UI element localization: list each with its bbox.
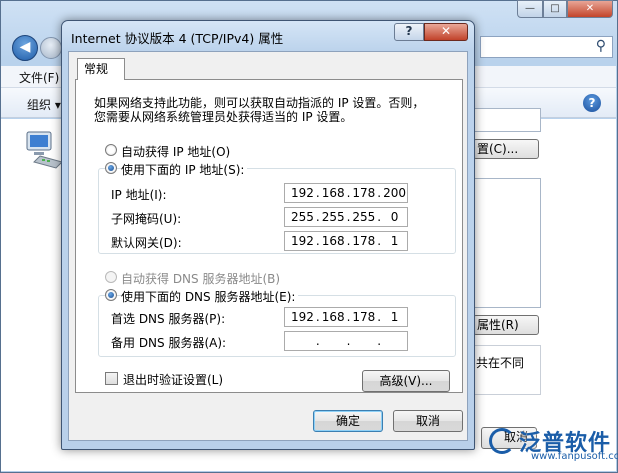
dns-auto-label[interactable]: 自动获得 DNS 服务器地址(B)	[121, 270, 280, 287]
dns-auto-radio[interactable]	[105, 271, 117, 283]
tcpipv4-properties-dialog: Internet 协议版本 4 (TCP/IPv4) 属性 ? ✕ 常规 如果网…	[61, 20, 475, 450]
connect-using-field	[473, 108, 541, 132]
arrow-left-icon: ◀	[19, 39, 31, 55]
dialog-body: 常规 如果网络支持此功能，则可以获取自动指派的 IP 设置。否则， 您需要从网络…	[68, 51, 468, 441]
search-icon: ⚲	[595, 38, 606, 54]
general-tab-page: 如果网络支持此功能，则可以获取自动指派的 IP 设置。否则， 您需要从网络系统管…	[75, 79, 463, 393]
search-box[interactable]: ⚲	[480, 36, 613, 58]
minimize-icon: —	[525, 3, 535, 14]
question-icon: ?	[405, 24, 413, 38]
preferred-dns-label: 首选 DNS 服务器(P):	[111, 312, 226, 326]
cancel-button[interactable]: 取消	[393, 410, 463, 432]
menu-file[interactable]: 文件(F)	[19, 69, 59, 86]
organize-button[interactable]: 组织 ▾	[27, 96, 61, 113]
ip-auto-label[interactable]: 自动获得 IP 地址(O)	[121, 143, 230, 160]
ip-manual-radio[interactable]	[105, 162, 117, 174]
ip-auto-radio[interactable]	[105, 144, 117, 156]
properties-button[interactable]: 属性(R)	[473, 315, 539, 335]
dialog-title: Internet 协议版本 4 (TCP/IPv4) 属性	[71, 31, 284, 46]
description-text: 共在不同	[476, 356, 525, 370]
dns-manual-radio[interactable]	[105, 289, 117, 301]
ip-manual-label[interactable]: 使用下面的 IP 地址(S):	[121, 161, 248, 178]
dialog-close-button[interactable]: ✕	[424, 23, 468, 41]
gateway-label: 默认网关(D):	[111, 236, 182, 250]
dns-manual-label[interactable]: 使用下面的 DNS 服务器地址(E):	[121, 288, 299, 305]
alternate-dns-input[interactable]: ...	[284, 331, 408, 351]
close-icon: ✕	[440, 24, 452, 38]
minimize-button[interactable]: —	[517, 0, 543, 18]
subnet-mask-label: 子网掩码(U):	[111, 212, 182, 226]
maximize-button[interactable]: □	[543, 0, 567, 18]
configure-button[interactable]: 置(C)...	[473, 139, 539, 159]
tab-general[interactable]: 常规	[77, 58, 125, 80]
close-icon: ✕	[585, 3, 595, 14]
dialog-help-button[interactable]: ?	[394, 23, 424, 41]
maximize-icon: □	[550, 3, 560, 14]
watermark-url: www.fanpusoft.com	[531, 451, 618, 462]
ip-address-input[interactable]: 192. 168. 178. 200	[284, 183, 408, 203]
watermark-logo-icon	[489, 428, 515, 454]
ip-address-label: IP 地址(I):	[111, 188, 167, 202]
subnet-mask-input[interactable]: 255. 255. 255. 0	[284, 207, 408, 227]
advanced-button[interactable]: 高级(V)...	[362, 370, 450, 392]
ok-button[interactable]: 确定	[313, 410, 383, 432]
back-button[interactable]: ◀	[12, 35, 38, 61]
help-icon[interactable]: ?	[583, 94, 601, 112]
intro-line-2: 您需要从网络系统管理员处获得适当的 IP 设置。	[94, 110, 353, 124]
close-window-button[interactable]: ✕	[567, 0, 613, 18]
validate-on-exit-label[interactable]: 退出时验证设置(L)	[123, 371, 223, 388]
preferred-dns-input[interactable]: 192. 168. 178. 1	[284, 307, 408, 327]
items-list[interactable]	[473, 178, 541, 308]
alternate-dns-label: 备用 DNS 服务器(A):	[111, 336, 227, 350]
validate-on-exit-checkbox[interactable]	[105, 372, 118, 385]
forward-button[interactable]	[40, 37, 62, 59]
gateway-input[interactable]: 192. 168. 178. 1	[284, 231, 408, 251]
